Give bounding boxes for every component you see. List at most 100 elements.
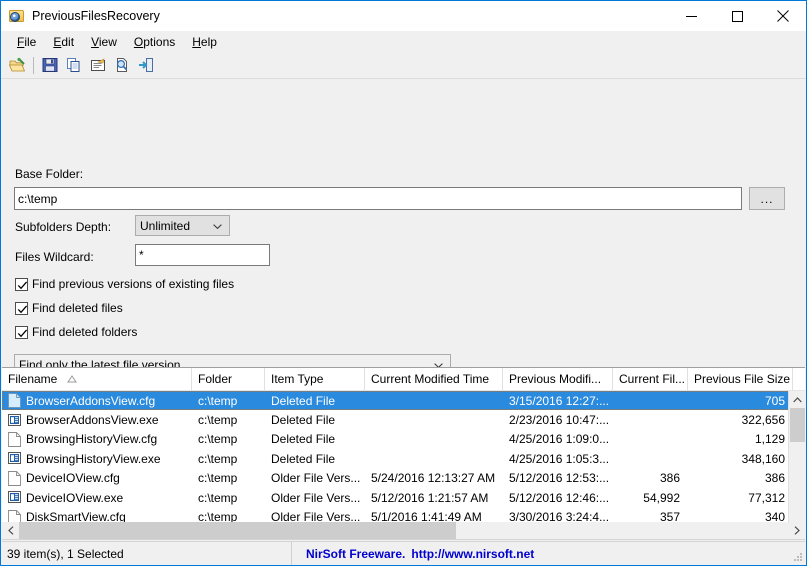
table-row[interactable]: BrowsingHistoryView.exe c:\temp Deleted … (2, 449, 805, 468)
scroll-track[interactable] (789, 442, 806, 522)
cell-item-type: Deleted File (271, 432, 336, 447)
exit-icon[interactable] (134, 54, 158, 77)
cell-previous-file-size: 705 (764, 393, 785, 408)
column-header-previous-file-size[interactable]: Previous File Size (688, 368, 793, 390)
cell-folder: c:\temp (198, 432, 238, 447)
cell-previous-modified-time: 5/12/2016 12:53:... (509, 471, 610, 486)
open-folder-icon[interactable] (5, 54, 29, 77)
cell-folder: c:\temp (198, 451, 238, 466)
close-button[interactable] (760, 1, 806, 31)
document-file-icon (8, 393, 21, 409)
cell-previous-modified-time: 3/15/2016 12:27:... (509, 393, 610, 408)
cell-item-type: Deleted File (271, 451, 336, 466)
column-header-previous-modified-time[interactable]: Previous Modifi... (503, 368, 613, 390)
table-row[interactable]: BrowserAddonsView.exe c:\temp Deleted Fi… (2, 410, 805, 429)
subfolders-depth-label: Subfolders Depth: (15, 220, 112, 234)
browse-folder-button[interactable]: ... (749, 187, 785, 210)
minimize-button[interactable] (668, 1, 714, 31)
check-icon (17, 304, 28, 313)
find-deleted-folders-label: Find deleted folders (32, 325, 138, 339)
find-deleted-files-row[interactable]: Find deleted files (15, 301, 123, 315)
menu-help-rest: elp (200, 34, 217, 49)
find-deleted-folders-checkbox[interactable] (15, 325, 28, 339)
sort-ascending-icon (67, 375, 78, 383)
menu-view[interactable]: View (83, 33, 126, 51)
find-deleted-files-checkbox[interactable] (15, 301, 28, 315)
column-header-item-type[interactable]: Item Type (265, 368, 365, 390)
cell-previous-modified-time: 5/12/2016 12:46:... (509, 490, 610, 505)
subfolders-depth-select[interactable]: Unlimited (135, 215, 230, 236)
find-deleted-files-label: Find deleted files (32, 301, 123, 315)
toolbar (1, 52, 806, 79)
menu-help[interactable]: Help (184, 33, 226, 51)
table-row[interactable]: DeviceIOView.exe c:\temp Older File Vers… (2, 488, 805, 507)
application-window: PreviousFilesRecovery File Edit View Opt… (0, 0, 807, 566)
toolbar-separator (33, 56, 34, 74)
scroll-up-button[interactable] (789, 391, 806, 408)
base-folder-input[interactable]: c:\temp (14, 187, 742, 210)
find-previous-versions-checkbox[interactable] (15, 277, 28, 291)
menu-view-rest: iew (98, 34, 117, 49)
files-wildcard-input[interactable]: * (135, 244, 270, 266)
base-folder-label: Base Folder: (15, 167, 84, 181)
title-bar: PreviousFilesRecovery (1, 1, 806, 31)
cell-previous-file-size: 1,129 (754, 432, 785, 447)
status-credit-text: NirSoft Freeware. (306, 546, 406, 561)
column-header-current-modified-time[interactable]: Current Modified Time (365, 368, 503, 390)
list-horizontal-scrollbar[interactable] (2, 522, 805, 540)
cell-filename: BrowsingHistoryView.cfg (26, 432, 158, 447)
scroll-right-button[interactable] (788, 522, 805, 539)
cell-current-modified-time: 5/24/2016 12:13:27 AM (371, 471, 496, 486)
find-previous-versions-row[interactable]: Find previous versions of existing files (15, 277, 234, 291)
document-file-icon (8, 470, 21, 486)
column-header-filename[interactable]: Filename (2, 368, 192, 390)
menu-bar: File Edit View Options Help (1, 31, 806, 52)
cell-filename: BrowserAddonsView.exe (26, 413, 159, 428)
properties-icon[interactable] (86, 54, 110, 77)
cell-previous-file-size: 77,312 (748, 490, 785, 505)
search-options-panel: Base Folder: c:\temp ... Subfolders Dept… (1, 79, 806, 432)
cell-previous-modified-time: 4/25/2016 1:09:0... (509, 432, 610, 447)
html-report-icon[interactable] (110, 54, 134, 77)
menu-help-accel: H (192, 34, 201, 49)
save-icon[interactable] (38, 54, 62, 77)
cell-folder: c:\temp (198, 413, 238, 428)
menu-options[interactable]: Options (126, 33, 184, 51)
status-credit: NirSoft Freeware. http://www.nirsoft.net (292, 542, 534, 565)
resize-grip-icon[interactable] (791, 551, 803, 563)
status-item-count: 39 item(s), 1 Selected (2, 542, 292, 565)
scroll-track[interactable] (19, 522, 788, 539)
status-bar: 39 item(s), 1 Selected NirSoft Freeware.… (2, 541, 805, 565)
cell-filename: BrowsingHistoryView.exe (26, 451, 161, 466)
table-row[interactable]: BrowsingHistoryView.cfg c:\temp Deleted … (2, 430, 805, 449)
cell-filename: DeviceIOView.cfg (26, 471, 120, 486)
scroll-thumb[interactable] (789, 408, 805, 442)
check-icon (17, 328, 28, 337)
cell-item-type: Older File Vers... (271, 490, 361, 505)
menu-edit[interactable]: Edit (45, 33, 83, 51)
cell-filename: BrowserAddonsView.cfg (26, 393, 156, 408)
list-header: Filename Folder Item Type Current Modifi… (2, 368, 805, 391)
table-row[interactable]: BrowserAddonsView.cfg c:\temp Deleted Fi… (2, 391, 805, 411)
menu-options-rest: ptions (143, 34, 176, 49)
column-header-current-file-size[interactable]: Current Fil... (613, 368, 688, 390)
scroll-left-button[interactable] (2, 522, 19, 539)
cell-folder: c:\temp (198, 490, 238, 505)
table-row[interactable]: DeviceIOView.cfg c:\temp Older File Vers… (2, 469, 805, 488)
results-list: Filename Folder Item Type Current Modifi… (2, 367, 805, 540)
menu-file[interactable]: File (9, 33, 45, 51)
chevron-up-icon (792, 396, 802, 402)
cell-previous-file-size: 322,656 (741, 413, 785, 428)
window-title: PreviousFilesRecovery (32, 9, 160, 23)
list-vertical-scrollbar[interactable] (788, 391, 805, 539)
maximize-button[interactable] (714, 1, 760, 31)
cell-previous-modified-time: 4/25/2016 1:05:3... (509, 451, 610, 466)
column-header-folder[interactable]: Folder (192, 368, 265, 390)
cell-item-type: Older File Vers... (271, 471, 361, 486)
find-deleted-folders-row[interactable]: Find deleted folders (15, 325, 137, 339)
cell-previous-file-size: 386 (764, 471, 785, 486)
files-wildcard-label: Files Wildcard: (15, 250, 94, 264)
copy-icon[interactable] (62, 54, 86, 77)
scroll-thumb[interactable] (19, 522, 456, 539)
nirsoft-website-link[interactable]: http://www.nirsoft.net (411, 547, 534, 561)
